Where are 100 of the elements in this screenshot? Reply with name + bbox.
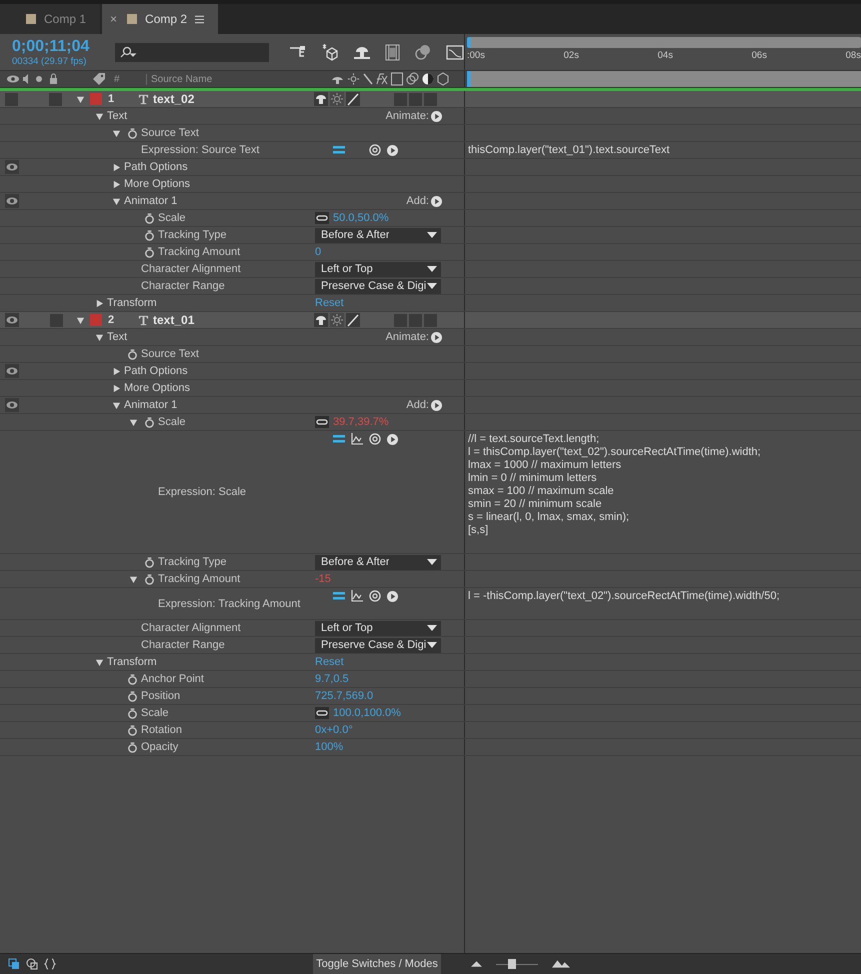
zoom-out-icon[interactable] [471, 961, 482, 967]
expanded-arrow-icon[interactable] [76, 94, 85, 104]
dropdown[interactable]: Before & After [315, 554, 441, 570]
play-icon[interactable] [387, 434, 398, 444]
expanded-arrow-icon[interactable] [76, 316, 85, 324]
expression-code-line[interactable]: smin = 20 // minimum scale [468, 498, 602, 511]
expression-code-line[interactable]: l = thisComp.layer("text_02").sourceRectAtTime(time).width; [468, 446, 761, 459]
timecode[interactable]: 0;00;11;04 [12, 38, 108, 56]
equals-icon[interactable] [333, 145, 345, 155]
graph-icon[interactable] [351, 433, 363, 445]
link-icon[interactable] [315, 707, 329, 719]
add-menu-label[interactable]: Animate: [386, 331, 429, 343]
expanded-arrow-icon[interactable] [95, 658, 104, 666]
add-menu-label[interactable]: Add: [406, 399, 429, 411]
eye-icon[interactable] [5, 364, 19, 378]
column-header[interactable]: # [114, 74, 138, 84]
collapsed-arrow-icon[interactable] [112, 180, 121, 188]
eye-icon[interactable] [5, 160, 19, 174]
stopwatch-icon[interactable] [144, 416, 155, 428]
expanded-arrow-icon[interactable] [95, 332, 104, 342]
braces-icon[interactable] [44, 958, 56, 970]
equals-icon[interactable] [333, 434, 345, 444]
play-icon[interactable] [431, 196, 442, 206]
stopwatch-icon[interactable] [127, 708, 138, 718]
eye-icon[interactable] [5, 313, 19, 327]
eye-icon[interactable] [5, 194, 19, 208]
expression-code-line[interactable]: thisComp.layer("text_01").text.sourceText [468, 144, 670, 157]
add-menu-label[interactable]: Animate: [386, 110, 429, 122]
property-value[interactable]: 0x+0.0° [315, 724, 353, 736]
graph-icon[interactable] [351, 590, 363, 602]
stopwatch-icon[interactable] [127, 690, 138, 702]
eye-icon[interactable] [5, 398, 19, 412]
stopwatch-icon[interactable] [144, 556, 155, 568]
add-menu-label[interactable]: Add: [406, 195, 429, 207]
play-icon[interactable] [431, 332, 442, 342]
reset-link[interactable]: Reset [315, 656, 344, 668]
switch-box[interactable] [409, 314, 422, 326]
menu-icon[interactable] [195, 14, 204, 24]
property-value[interactable]: 100.0,100.0% [333, 707, 401, 719]
dropdown[interactable]: Left or Top [315, 262, 441, 276]
flowchart-icon[interactable] [289, 44, 307, 60]
stopwatch-icon[interactable] [127, 348, 138, 360]
expanded-arrow-icon[interactable] [129, 574, 138, 584]
expanded-arrow-icon[interactable] [112, 400, 121, 410]
property-value[interactable]: 50.0,50.0% [333, 212, 389, 224]
lock-switch[interactable] [50, 314, 63, 326]
layer-name[interactable]: text_02 [153, 92, 308, 106]
comp-tab[interactable]: × Comp 2 [102, 4, 218, 34]
shapes-icon[interactable] [26, 958, 38, 970]
link-icon[interactable] [315, 416, 329, 428]
expression-code-line[interactable]: l = -thisComp.layer("text_02").sourceRectAtTime(time).width/50; [468, 590, 780, 603]
time-ruler[interactable]: :00s 02s 04s 06s 08s [465, 48, 861, 70]
toggle-switches-button[interactable]: Toggle Switches / Modes [313, 954, 441, 974]
switch-box[interactable] [394, 314, 407, 326]
switch-box[interactable] [409, 92, 422, 106]
expression-code-line[interactable]: smax = 100 // maximum scale [468, 485, 614, 498]
expression-code-line[interactable]: [s,s] [468, 524, 488, 537]
collapsed-arrow-icon[interactable] [112, 366, 121, 376]
switch-box[interactable] [394, 92, 407, 106]
switch-box[interactable] [424, 314, 437, 326]
stopwatch-icon[interactable] [127, 128, 138, 138]
reset-link[interactable]: Reset [315, 297, 344, 309]
dropdown[interactable]: Left or Top [315, 620, 441, 636]
layer-name[interactable]: text_01 [153, 313, 308, 327]
dropdown[interactable]: Preserve Case & Digi [315, 638, 441, 652]
equals-icon[interactable] [333, 591, 345, 601]
stopwatch-icon[interactable] [144, 246, 155, 258]
property-value[interactable]: 100% [315, 741, 344, 753]
comp-tab[interactable]: Comp 1 [0, 4, 100, 34]
expanded-arrow-icon[interactable] [112, 196, 121, 206]
expression-code-line[interactable]: //l = text.sourceText.length; [468, 433, 600, 446]
search-field[interactable] [115, 42, 269, 62]
play-icon[interactable] [387, 590, 398, 602]
property-value[interactable]: 725.7,569.0 [315, 690, 374, 702]
close-icon[interactable]: × [110, 12, 118, 26]
slash-icon[interactable] [346, 313, 360, 327]
expanded-arrow-icon[interactable] [129, 418, 138, 426]
column-header[interactable]: Source Name [146, 74, 321, 84]
stopwatch-icon[interactable] [127, 724, 138, 736]
film-icon[interactable] [385, 44, 400, 60]
collapsed-arrow-icon[interactable] [112, 162, 121, 172]
property-value[interactable]: 0 [315, 246, 322, 258]
play-icon[interactable] [431, 400, 442, 410]
property-value[interactable]: 9.7,0.5 [315, 673, 349, 685]
play-icon[interactable] [431, 110, 442, 122]
dropdown[interactable]: Before & After [315, 228, 441, 242]
stopwatch-icon[interactable] [144, 230, 155, 240]
collapsed-arrow-icon[interactable] [95, 298, 104, 308]
slash-icon[interactable] [346, 92, 360, 106]
expanded-arrow-icon[interactable] [112, 128, 121, 138]
dropdown[interactable]: Preserve Case & Digi [315, 278, 441, 294]
video-switch[interactable] [5, 92, 18, 106]
graph-editor-icon[interactable] [446, 44, 464, 60]
label-swatch[interactable] [90, 93, 102, 105]
circles-icon[interactable] [414, 43, 432, 61]
lock-switch[interactable] [49, 92, 62, 106]
stopwatch-icon[interactable] [144, 574, 155, 584]
expanded-arrow-icon[interactable] [95, 112, 104, 120]
stopwatch-icon[interactable] [127, 742, 138, 752]
expression-code-line[interactable]: lmin = 0 // minimum letters [468, 472, 597, 485]
